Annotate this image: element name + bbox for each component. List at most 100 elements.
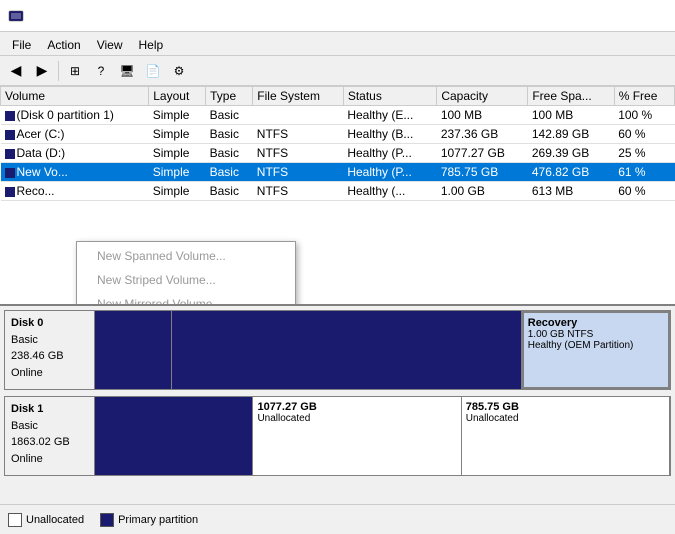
table-cell: NTFS [253,182,344,201]
toolbar-btn-6[interactable]: 📄 [141,59,165,83]
row-icon [5,168,15,178]
table-cell: Healthy (... [343,182,437,201]
main-content: Volume Layout Type File System Status Ca… [0,86,675,534]
table-cell: 60 % [614,182,674,201]
row-icon [5,149,15,159]
segment-info: Healthy (OEM Partition) [528,340,664,351]
table-cell: Healthy (P... [343,163,437,182]
table-cell: 25 % [614,144,674,163]
legend: Unallocated Primary partition [0,504,675,534]
disk-label: Disk 1Basic1863.02 GBOnline [5,397,95,475]
legend-unalloc-box [8,513,22,527]
table-row[interactable]: (Disk 0 partition 1)SimpleBasic Healthy (… [1,106,675,125]
segment-label: 1077.27 GB [257,401,456,413]
table-cell: Data (D:) [1,144,149,163]
title-bar [0,0,675,32]
row-icon [5,111,15,121]
col-status: Status [343,87,437,106]
table-cell: Basic [206,182,253,201]
table-cell [253,106,344,125]
table-cell: 269.39 GB [528,144,614,163]
table-cell: Basic [206,106,253,125]
table-cell: Acer (C:) [1,125,149,144]
app-icon [8,8,24,24]
segment-label: 785.75 GB [466,401,665,413]
col-type: Type [206,87,253,106]
disk-segment[interactable]: Recovery1.00 GB NTFSHealthy (OEM Partiti… [522,311,670,389]
context-menu[interactable]: New Spanned Volume...New Striped Volume.… [76,241,296,306]
col-pctfree: % Free [614,87,674,106]
table-row[interactable]: New Vo...SimpleBasicNTFSHealthy (P...785… [1,163,675,182]
segment-size: 1.00 GB NTFS [528,329,664,340]
disk-segment[interactable]: 785.75 GBUnallocated [462,397,670,475]
menu-item-help[interactable]: Help [131,34,172,53]
legend-unallocated: Unallocated [8,513,84,527]
toolbar-btn-4[interactable]: ? [89,59,113,83]
table-cell: 1077.27 GB [437,144,528,163]
table-row[interactable]: Acer (C:)SimpleBasicNTFSHealthy (B...237… [1,125,675,144]
close-button[interactable] [641,6,667,26]
legend-primary: Primary partition [100,513,198,527]
col-volume: Volume [1,87,149,106]
table-cell: 476.82 GB [528,163,614,182]
table-cell: NTFS [253,163,344,182]
table-cell: Basic [206,125,253,144]
toolbar-separator-1 [58,61,59,81]
table-cell: Simple [149,182,206,201]
maximize-button[interactable] [611,6,637,26]
disk-segment[interactable]: 1077.27 GBUnallocated [253,397,461,475]
disk-row: Disk 0Basic238.46 GBOnline Recovery1.00 G… [4,310,671,390]
context-menu-item[interactable]: New Spanned Volume... [77,244,295,268]
disk-segment[interactable] [95,311,172,389]
volume-table-container[interactable]: Volume Layout Type File System Status Ca… [0,86,675,306]
col-freespace: Free Spa... [528,87,614,106]
table-cell: Healthy (E... [343,106,437,125]
table-cell: 100 % [614,106,674,125]
menu-item-file[interactable]: File [4,34,39,53]
table-cell: 1.00 GB [437,182,528,201]
disk-row: Disk 1Basic1863.02 GBOnline1077.27 GBUna… [4,396,671,476]
table-cell: NTFS [253,144,344,163]
table-cell: 613 MB [528,182,614,201]
table-row[interactable]: Reco...SimpleBasicNTFSHealthy (...1.00 G… [1,182,675,201]
table-cell: 100 MB [437,106,528,125]
toolbar-btn-5[interactable]: 🖥 [115,59,139,83]
row-icon [5,187,15,197]
table-cell: Reco... [1,182,149,201]
table-header: Volume Layout Type File System Status Ca… [1,87,675,106]
back-button[interactable]: ◀ [4,59,28,83]
table-cell: Healthy (B... [343,125,437,144]
table-cell: 785.75 GB [437,163,528,182]
context-menu-item[interactable]: New Mirrored Volume... [77,292,295,306]
table-cell: Basic [206,144,253,163]
table-cell: Simple [149,106,206,125]
segment-label: Recovery [528,317,664,329]
menu-item-action[interactable]: Action [39,34,88,53]
row-icon [5,130,15,140]
forward-button[interactable]: ▶ [30,59,54,83]
table-cell: NTFS [253,125,344,144]
toolbar-btn-7[interactable]: ⚙ [167,59,191,83]
table-cell: 61 % [614,163,674,182]
disk-segment[interactable] [95,397,253,475]
minimize-button[interactable] [581,6,607,26]
table-cell: 237.36 GB [437,125,528,144]
table-cell: 60 % [614,125,674,144]
col-layout: Layout [149,87,206,106]
disk-label: Disk 0Basic238.46 GBOnline [5,311,95,389]
col-capacity: Capacity [437,87,528,106]
legend-primary-label: Primary partition [118,514,198,526]
disk-panels: Disk 0Basic238.46 GBOnline Recovery1.00 G… [0,306,675,504]
col-filesystem: File System [253,87,344,106]
table-cell: Healthy (P... [343,144,437,163]
segment-size: Unallocated [466,413,665,424]
menu-item-view[interactable]: View [89,34,131,53]
legend-primary-box [100,513,114,527]
table-row[interactable]: Data (D:)SimpleBasicNTFSHealthy (P...107… [1,144,675,163]
table-cell: Simple [149,144,206,163]
context-menu-item[interactable]: New Striped Volume... [77,268,295,292]
table-cell: (Disk 0 partition 1) [1,106,149,125]
toolbar-btn-3[interactable]: ⊞ [63,59,87,83]
disk-segment[interactable] [172,311,522,389]
disk-segments: Recovery1.00 GB NTFSHealthy (OEM Partiti… [95,311,670,389]
